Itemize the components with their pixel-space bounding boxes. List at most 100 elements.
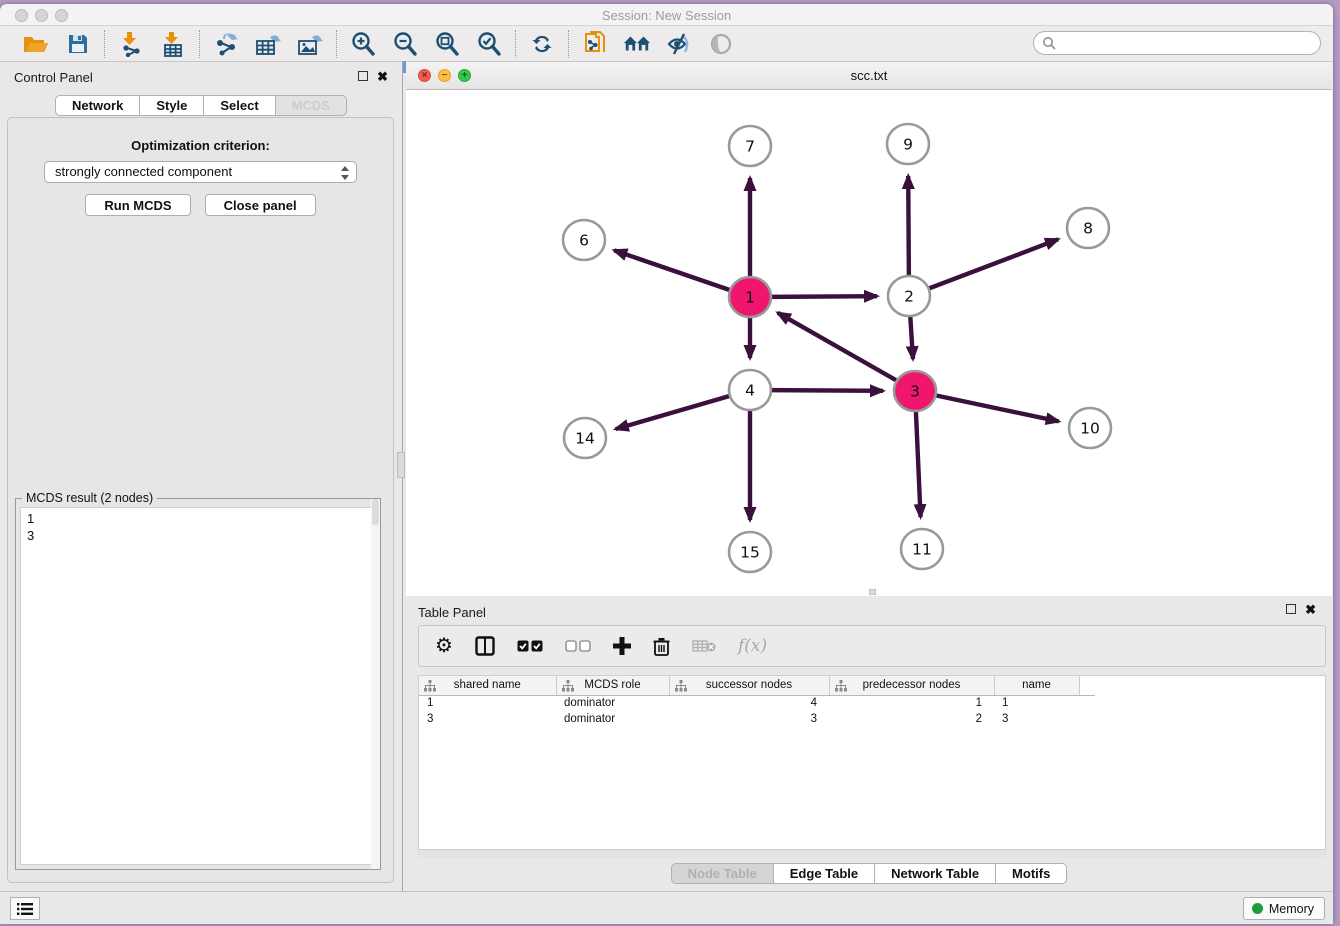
graph-node-label: 15	[740, 544, 760, 562]
graph-node-label: 9	[903, 136, 913, 154]
graph-node-label: 7	[745, 138, 755, 156]
edge-4-3[interactable]	[770, 390, 883, 391]
table-cell[interactable]: dominator	[556, 711, 669, 727]
zoom-out-icon[interactable]	[391, 30, 419, 58]
add-column-icon[interactable]	[613, 637, 631, 655]
table-settings-icon[interactable]: ⚙	[435, 636, 453, 656]
column-header-MCDS-role[interactable]: MCDS role	[556, 676, 669, 695]
table-float-icon[interactable]	[1286, 604, 1296, 614]
run-mcds-button[interactable]: Run MCDS	[85, 194, 190, 216]
mcds-result-title: MCDS result (2 nodes)	[22, 491, 157, 505]
float-panel-icon[interactable]	[358, 71, 368, 81]
network-canvas[interactable]: 7968124314101511	[406, 90, 1332, 596]
zoom-in-icon[interactable]	[349, 30, 377, 58]
table-cell[interactable]: 3	[419, 711, 556, 727]
close-panel-icon[interactable]: ✖	[377, 69, 388, 85]
table-cell[interactable]: 3	[669, 711, 829, 727]
table-row[interactable]: 3dominator323	[419, 711, 1095, 727]
table-cell-filler	[1079, 695, 1095, 711]
tab-network-table[interactable]: Network Table	[875, 863, 996, 884]
close-panel-button[interactable]: Close panel	[205, 194, 316, 216]
canvas-resize-grip[interactable]	[869, 589, 876, 595]
edge-3-1[interactable]	[778, 313, 898, 381]
delete-table-icon	[692, 639, 716, 653]
edge-4-14[interactable]	[616, 396, 731, 429]
hide-style-icon[interactable]	[665, 30, 693, 58]
tab-edge-table[interactable]: Edge Table	[774, 863, 875, 884]
search-icon	[1042, 36, 1057, 51]
optimization-criterion-value: strongly connected component	[55, 164, 232, 179]
memory-button[interactable]: Memory	[1243, 897, 1325, 920]
table-close-icon[interactable]: ✖	[1305, 602, 1316, 618]
table-cell[interactable]: dominator	[556, 695, 669, 711]
table-cell[interactable]: 1	[829, 695, 994, 711]
table-cell[interactable]: 1	[419, 695, 556, 711]
export-image-icon[interactable]	[296, 30, 324, 58]
tab-select[interactable]: Select	[204, 95, 275, 116]
edge-1-2[interactable]	[770, 296, 877, 297]
search-input[interactable]	[1057, 33, 1320, 53]
result-scrollbar[interactable]	[371, 499, 380, 869]
node-table: shared nameMCDS rolesuccessor nodesprede…	[418, 675, 1326, 850]
network-title: scc.txt	[406, 68, 1332, 83]
table-cell[interactable]: 2	[829, 711, 994, 727]
import-table-icon[interactable]	[159, 30, 187, 58]
save-session-icon[interactable]	[64, 30, 92, 58]
edge-3-11[interactable]	[916, 411, 921, 517]
delete-column-icon[interactable]	[653, 637, 670, 656]
column-header-shared-name[interactable]: shared name	[419, 676, 556, 695]
column-header-successor-nodes[interactable]: successor nodes	[669, 676, 829, 695]
mcds-result-text[interactable]: 1 3	[20, 507, 376, 865]
zoom-selected-icon[interactable]	[475, 30, 503, 58]
control-panel: Control Panel ✖ Network Style Select MCD…	[0, 62, 403, 891]
table-cell[interactable]: 4	[669, 695, 829, 711]
edge-2-8[interactable]	[928, 239, 1058, 289]
function-builder-icon: f(x)	[738, 636, 767, 656]
tab-motifs[interactable]: Motifs	[996, 863, 1067, 884]
table-cell[interactable]: 3	[994, 711, 1079, 727]
refresh-icon[interactable]	[528, 30, 556, 58]
task-history-button[interactable]	[10, 897, 40, 920]
select-spinner-icon	[341, 165, 350, 181]
preview-icon[interactable]	[707, 30, 735, 58]
table-panel: Table Panel ✖ ⚙ f(x) shared nameMCDS rol…	[406, 599, 1332, 891]
mcds-result-group: MCDS result (2 nodes) 1 3	[15, 498, 381, 870]
tab-network[interactable]: Network	[55, 95, 140, 116]
edge-2-3[interactable]	[910, 316, 913, 359]
tab-node-table[interactable]: Node Table	[671, 863, 774, 884]
column-header-name[interactable]: name	[994, 676, 1079, 695]
tab-mcds[interactable]: MCDS	[276, 95, 347, 116]
edge-1-6[interactable]	[614, 250, 731, 290]
status-bar: Memory	[0, 891, 1333, 924]
optimization-criterion-select[interactable]: strongly connected component	[44, 161, 357, 183]
graph-node-label: 6	[579, 232, 589, 250]
open-session-icon[interactable]	[22, 30, 50, 58]
graph-node-label: 2	[904, 288, 914, 306]
app-window: Session: New Session	[0, 4, 1333, 924]
table-tabbar: Node Table Edge Table Network Table Moti…	[406, 863, 1332, 884]
search-field[interactable]	[1033, 31, 1321, 55]
export-network-icon[interactable]	[212, 30, 240, 58]
table-toolbar: ⚙ f(x)	[418, 625, 1326, 667]
column-header-predecessor-nodes[interactable]: predecessor nodes	[829, 676, 994, 695]
zoom-fit-icon[interactable]	[433, 30, 461, 58]
clone-network-icon[interactable]	[581, 30, 609, 58]
graph-node-label: 10	[1080, 420, 1100, 438]
select-all-icon[interactable]	[517, 640, 543, 652]
list-icon	[17, 902, 33, 916]
table-panel-title: Table Panel	[418, 605, 486, 620]
main-toolbar	[0, 26, 1333, 62]
export-table-icon[interactable]	[254, 30, 282, 58]
table-hscrollbar[interactable]	[418, 850, 1326, 858]
panel-divider-handle[interactable]	[397, 452, 405, 478]
edge-2-9[interactable]	[908, 176, 909, 276]
import-network-icon[interactable]	[117, 30, 145, 58]
home-icon[interactable]	[623, 30, 651, 58]
table-cell[interactable]: 1	[994, 695, 1079, 711]
column-layout-icon[interactable]	[475, 636, 495, 656]
graph-node-label: 14	[575, 430, 595, 448]
table-row[interactable]: 1dominator411	[419, 695, 1095, 711]
edge-3-10[interactable]	[935, 395, 1059, 421]
tab-style[interactable]: Style	[140, 95, 204, 116]
deselect-all-icon[interactable]	[565, 640, 591, 652]
